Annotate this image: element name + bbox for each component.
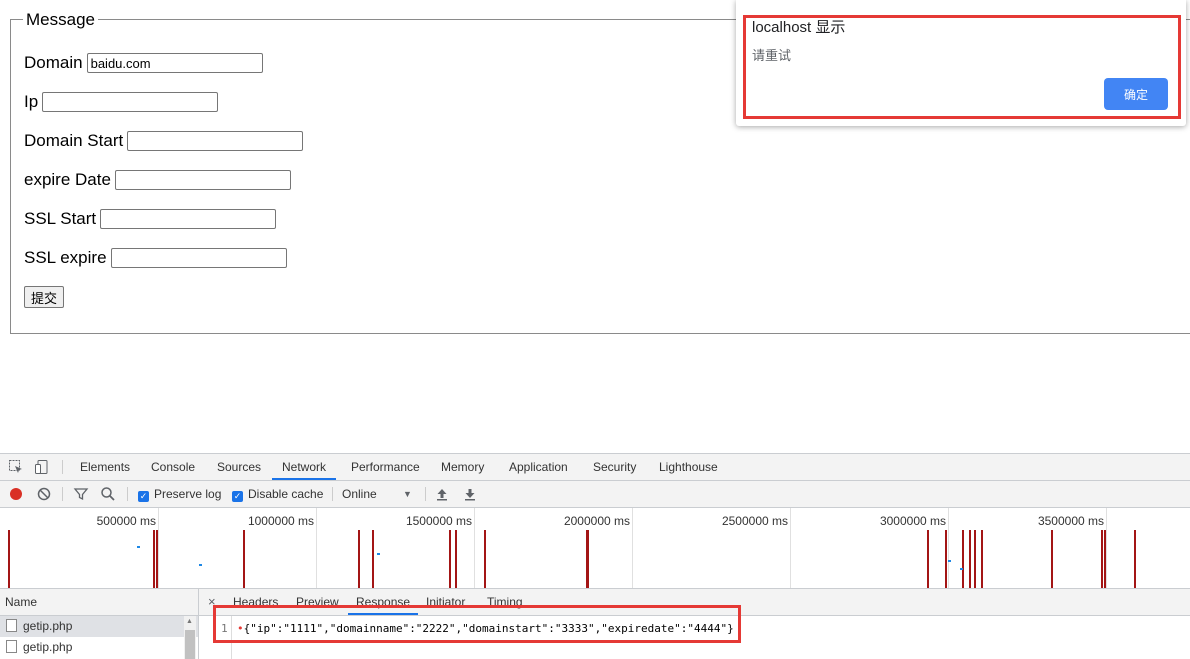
network-overview-timeline[interactable]: 500000 ms 1000000 ms 1500000 ms 2000000 … <box>0 508 1190 589</box>
ip-input[interactable] <box>42 92 219 112</box>
request-name: getip.php <box>23 619 73 633</box>
ssl-start-input[interactable] <box>100 209 277 229</box>
ssl-start-label: SSL Start <box>24 209 97 228</box>
export-har-icon[interactable] <box>462 486 478 502</box>
device-toolbar-icon[interactable] <box>34 459 50 475</box>
fieldset-legend: Message <box>23 10 98 30</box>
tab-memory[interactable]: Memory <box>441 454 484 480</box>
timeline-tick-label: 2000000 ms <box>563 514 630 528</box>
request-list: Name getip.php getip.php ▲ <box>0 589 199 659</box>
ip-label: Ip <box>24 92 39 111</box>
tab-application[interactable]: Application <box>509 454 568 480</box>
throttling-select[interactable]: Online ▼ <box>342 481 416 507</box>
domain-start-row: Domain Start <box>24 131 304 151</box>
domain-label: Domain <box>24 53 83 72</box>
ssl-expire-input[interactable] <box>110 248 287 268</box>
name-column-header[interactable]: Name <box>0 589 198 616</box>
timeline-tick-label: 3500000 ms <box>1037 514 1104 528</box>
tab-performance[interactable]: Performance <box>351 454 420 480</box>
ssl-expire-label: SSL expire <box>24 248 107 267</box>
devtools-tab-bar: Elements Console Sources Network Perform… <box>0 454 1190 481</box>
scroll-up-icon[interactable]: ▲ <box>186 618 193 625</box>
timeline-tick-label: 3000000 ms <box>879 514 946 528</box>
checkbox-checked-icon: ✓ <box>232 491 243 502</box>
domain-row: Domain <box>24 53 263 73</box>
tab-security[interactable]: Security <box>593 454 636 480</box>
import-har-icon[interactable] <box>434 486 450 502</box>
alert-highlight-box <box>743 15 1181 119</box>
timeline-tick-label: 1500000 ms <box>405 514 472 528</box>
file-icon <box>6 619 17 632</box>
expire-date-label: expire Date <box>24 170 111 189</box>
domain-input[interactable] <box>86 53 263 73</box>
domain-start-label: Domain Start <box>24 131 124 150</box>
timeline-tick-label: 2500000 ms <box>721 514 788 528</box>
tab-sources[interactable]: Sources <box>217 454 261 480</box>
inspect-element-icon[interactable] <box>8 459 24 475</box>
request-row[interactable]: getip.php <box>0 637 198 658</box>
tab-console[interactable]: Console <box>151 454 195 480</box>
disable-cache-label: Disable cache <box>248 487 324 501</box>
request-name: getip.php <box>23 640 73 654</box>
file-icon <box>6 640 17 653</box>
filter-icon[interactable] <box>73 486 89 502</box>
domain-start-input[interactable] <box>127 131 304 151</box>
preserve-log-label: Preserve log <box>154 487 222 501</box>
timeline-tick-label: 1000000 ms <box>247 514 314 528</box>
expire-date-input[interactable] <box>114 170 291 190</box>
dropdown-arrow-icon: ▼ <box>403 489 412 499</box>
submit-button[interactable]: 提交 <box>24 286 65 308</box>
ssl-expire-row: SSL expire <box>24 248 287 268</box>
checkbox-checked-icon: ✓ <box>138 491 149 502</box>
network-toolbar: ✓ Preserve log ✓ Disable cache Online ▼ <box>0 481 1190 508</box>
record-icon[interactable] <box>8 486 24 502</box>
request-row[interactable]: getip.php <box>0 616 198 637</box>
tab-network[interactable]: Network <box>272 454 337 480</box>
preserve-log-checkbox[interactable]: ✓ Preserve log <box>138 481 221 507</box>
request-list-scrollbar[interactable]: ▲ <box>184 616 196 659</box>
disable-cache-checkbox[interactable]: ✓ Disable cache <box>232 481 323 507</box>
tab-lighthouse[interactable]: Lighthouse <box>659 454 718 480</box>
clear-icon[interactable] <box>36 486 52 502</box>
throttling-value: Online <box>342 487 377 501</box>
ip-row: Ip <box>24 92 219 112</box>
tab-elements[interactable]: Elements <box>80 454 130 480</box>
response-highlight-box <box>213 605 741 643</box>
ssl-start-row: SSL Start <box>24 209 277 229</box>
timeline-tick-label: 500000 ms <box>96 514 156 528</box>
expire-date-row: expire Date <box>24 170 291 190</box>
search-icon[interactable] <box>100 486 116 502</box>
